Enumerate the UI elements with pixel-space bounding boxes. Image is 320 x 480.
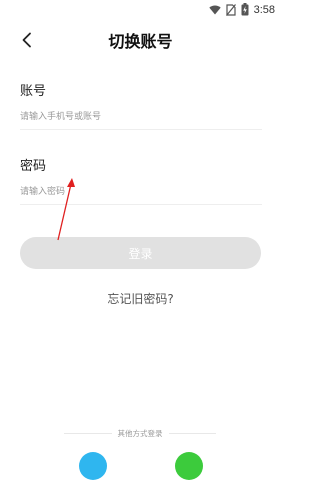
other-login-label: 其他方式登录 xyxy=(117,428,163,438)
status-time: 3:58 xyxy=(253,3,275,16)
password-input[interactable] xyxy=(20,180,262,205)
green-circle-login-icon[interactable] xyxy=(175,452,203,480)
blue-circle-login-icon[interactable] xyxy=(79,452,107,480)
account-label: 账号 xyxy=(20,84,47,99)
status-icons: 3:58 xyxy=(208,3,275,16)
divider-left xyxy=(64,432,112,434)
login-button[interactable]: 登录 xyxy=(20,237,261,269)
other-login-divider: 其他方式登录 xyxy=(64,426,216,440)
red-arrow-icon xyxy=(57,178,75,241)
divider-right xyxy=(168,432,216,434)
battery-charging-icon xyxy=(241,3,249,16)
wifi-icon xyxy=(208,5,221,14)
account-input[interactable] xyxy=(20,105,262,130)
header: 切换账号 xyxy=(0,22,281,58)
forgot-password-link[interactable]: 忘记旧密码? xyxy=(0,290,281,307)
password-label: 密码 xyxy=(20,159,47,174)
status-bar: 3:58 xyxy=(0,0,281,22)
page-title: 切换账号 xyxy=(108,32,173,51)
no-sim-icon xyxy=(225,3,236,16)
